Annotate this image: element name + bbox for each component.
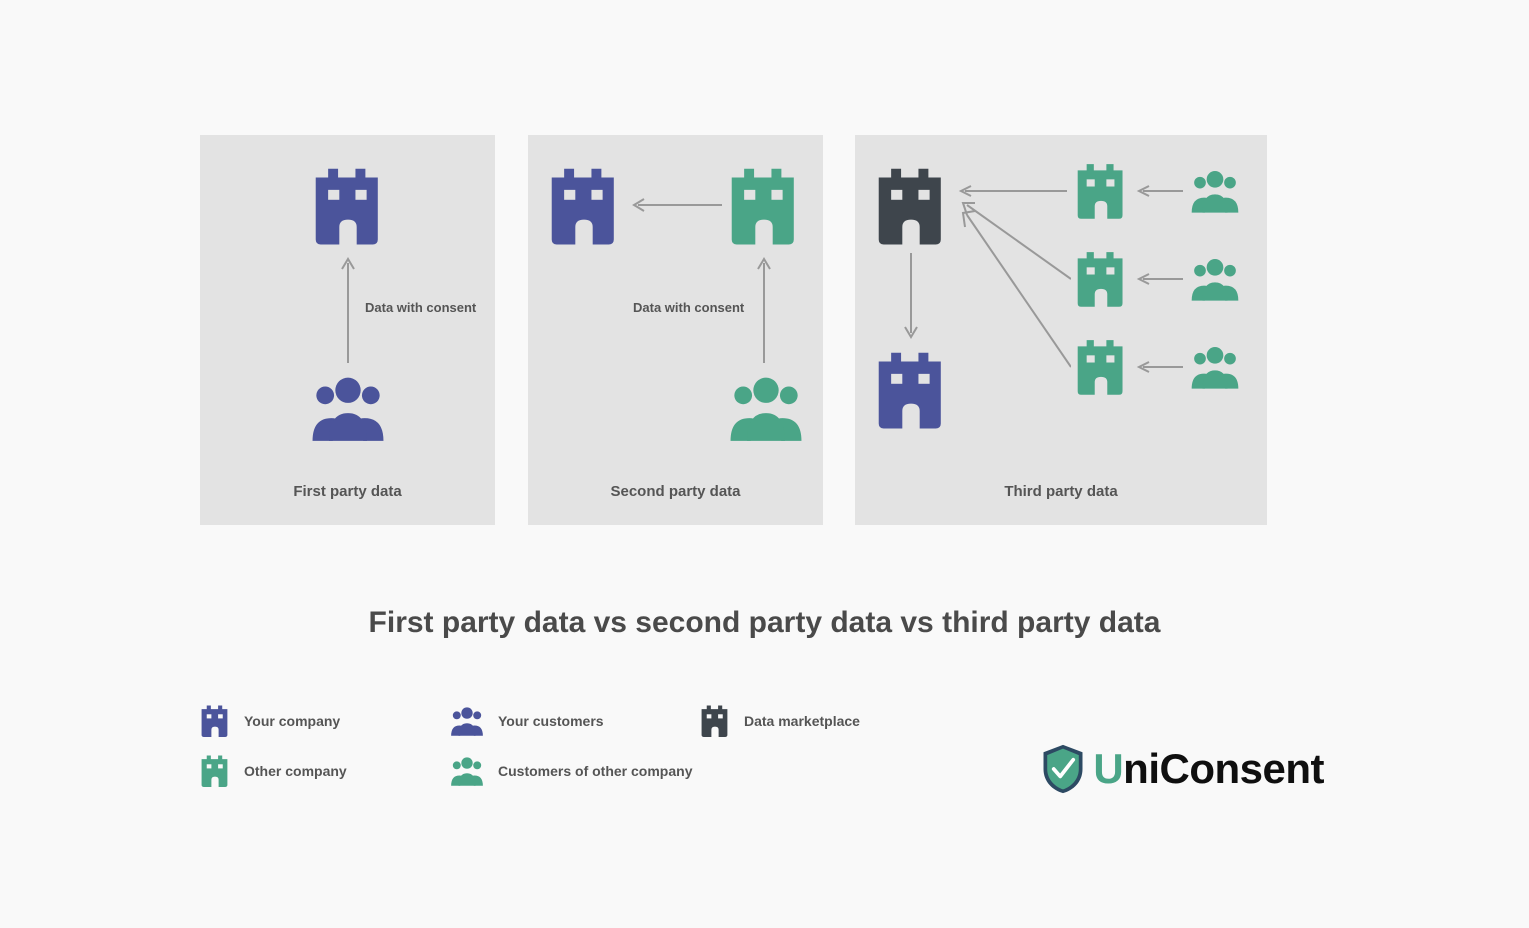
legend-label: Other company: [244, 763, 347, 779]
arrow-icon: [1133, 361, 1183, 373]
building-icon: [200, 705, 230, 737]
building-icon: [1075, 339, 1127, 395]
building-icon: [1075, 163, 1127, 219]
panel-second-party: Data with consent Second party data: [528, 135, 823, 525]
arrow-icon: [1133, 273, 1183, 285]
arrow-icon: [340, 253, 356, 363]
arrow-icon: [628, 197, 722, 213]
legend: Your company Your customers Data marketp…: [200, 705, 900, 805]
arrow-icon: [1133, 185, 1183, 197]
arrow-label: Data with consent: [365, 300, 476, 315]
legend-other-company: Other company: [200, 755, 380, 787]
building-icon: [728, 167, 800, 245]
legend-your-customers: Your customers: [450, 705, 630, 737]
arrow-icon: [955, 205, 1071, 375]
people-icon: [450, 706, 484, 736]
people-icon: [1190, 345, 1240, 389]
brand-wordmark: UniConsent: [1093, 745, 1324, 793]
diagram-canvas: Data with consent First party data: [0, 0, 1529, 928]
diagram-title: First party data vs second party data vs…: [0, 606, 1529, 640]
brand-logo: UniConsent: [1039, 743, 1324, 795]
building-icon: [1075, 251, 1127, 307]
people-icon: [728, 375, 804, 441]
building-icon: [312, 167, 384, 245]
people-icon: [1190, 169, 1240, 213]
building-icon: [700, 705, 730, 737]
panel-caption: Second party data: [528, 483, 823, 500]
building-icon: [875, 351, 947, 429]
arrow-label: Data with consent: [633, 300, 744, 315]
arrow-icon: [756, 253, 772, 363]
panel-caption: Third party data: [855, 483, 1267, 500]
building-icon: [200, 755, 230, 787]
people-icon: [310, 375, 386, 441]
arrow-icon: [903, 253, 919, 343]
legend-data-marketplace: Data marketplace: [700, 705, 880, 737]
building-icon: [548, 167, 620, 245]
people-icon: [1190, 257, 1240, 301]
legend-label: Your customers: [498, 713, 604, 729]
panel-first-party: Data with consent First party data: [200, 135, 495, 525]
shield-icon: [1039, 743, 1087, 795]
legend-label: Customers of other company: [498, 763, 692, 779]
people-icon: [450, 756, 484, 786]
panel-third-party: Third party data: [855, 135, 1267, 525]
panel-caption: First party data: [200, 483, 495, 500]
legend-your-company: Your company: [200, 705, 380, 737]
legend-label: Data marketplace: [744, 713, 860, 729]
legend-customers-other: Customers of other company: [450, 755, 692, 787]
building-icon: [875, 167, 947, 245]
legend-label: Your company: [244, 713, 340, 729]
